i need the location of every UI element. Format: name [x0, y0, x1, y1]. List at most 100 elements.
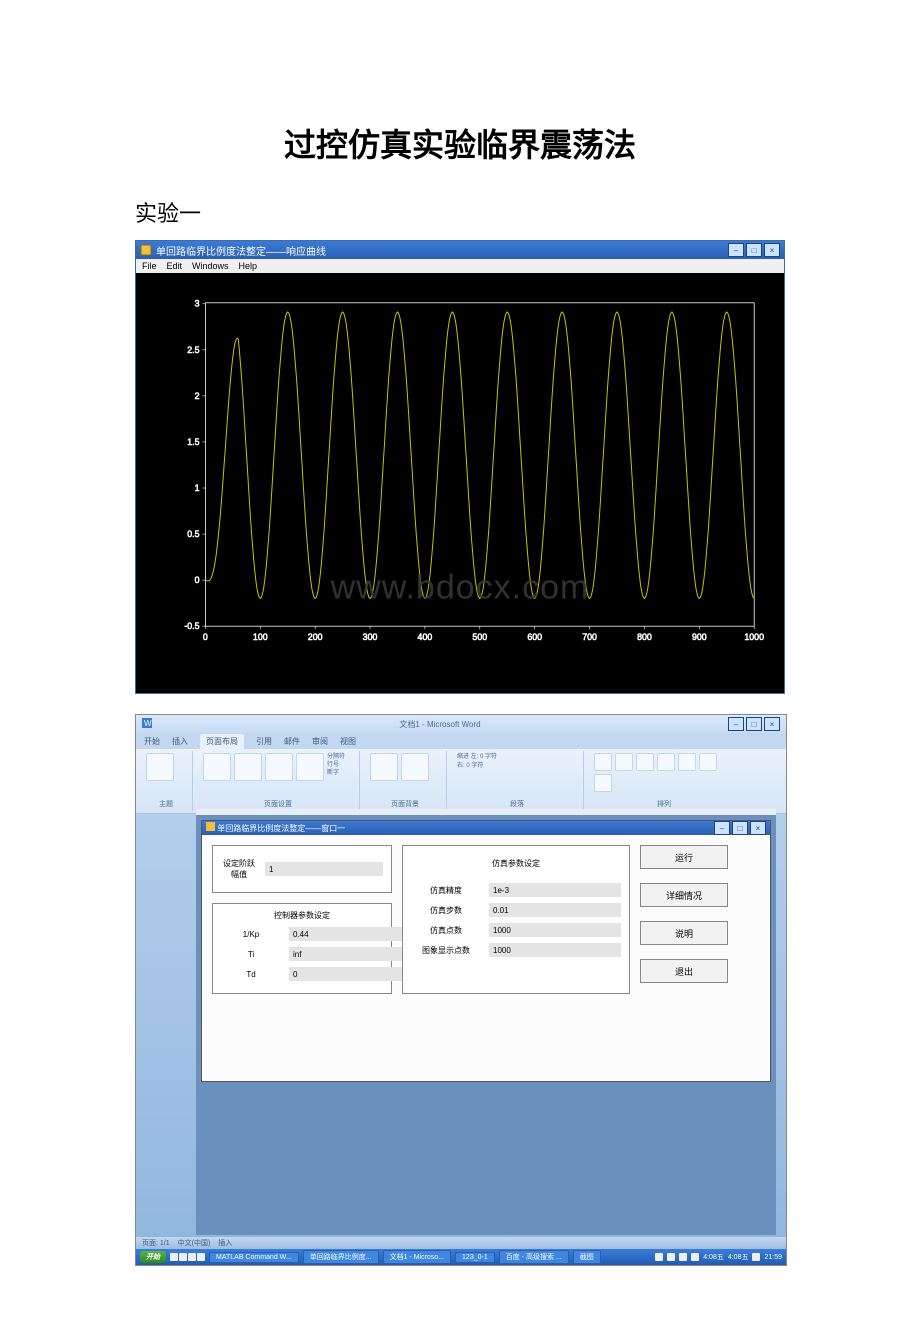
svg-text:1.5: 1.5: [187, 437, 199, 447]
themes-icon[interactable]: [146, 753, 174, 781]
indent-left[interactable]: 缩进 左: 0 字符: [457, 753, 577, 762]
gui-close[interactable]: ×: [750, 821, 766, 835]
rotate-icon[interactable]: [594, 774, 612, 792]
task-matlab[interactable]: MATLAB Command W...: [209, 1252, 299, 1263]
tab-layout[interactable]: 页面布局: [200, 734, 244, 749]
tray-icon[interactable]: [679, 1253, 687, 1261]
breaks-label[interactable]: 分隔符: [327, 753, 345, 761]
indent-right[interactable]: 右: 0 字符: [457, 762, 577, 771]
ql-icon[interactable]: [197, 1253, 205, 1261]
menu-file[interactable]: File: [142, 261, 157, 271]
svg-text:800: 800: [637, 632, 652, 642]
svg-text:600: 600: [527, 632, 542, 642]
kp-label: 1/Kp: [221, 930, 281, 939]
task-misc[interactable]: 123_0-1: [455, 1252, 495, 1263]
matlab-titlebar[interactable]: 单回路临界比例度法整定——响应曲线 – □ ×: [136, 241, 784, 259]
svg-text:1: 1: [195, 483, 200, 493]
linenums-label[interactable]: 行号: [327, 761, 345, 769]
gui-titlebar[interactable]: 单回路临界比例度法整定——窗口一 – □ ×: [202, 821, 770, 835]
gui-maximize[interactable]: □: [732, 821, 748, 835]
margins-icon[interactable]: [234, 753, 262, 781]
svg-text:900: 900: [692, 632, 707, 642]
start-button[interactable]: 开始: [140, 1251, 166, 1263]
td-input[interactable]: [289, 967, 407, 981]
back-icon[interactable]: [636, 753, 654, 771]
page-title: 过控仿真实验临界震荡法: [135, 120, 785, 166]
points-input[interactable]: [489, 923, 621, 937]
kp-input[interactable]: [289, 927, 407, 941]
svg-text:2.5: 2.5: [187, 345, 199, 355]
matlab-window: 单回路临界比例度法整定——响应曲线 – □ × File Edit Window…: [135, 240, 785, 694]
position-icon[interactable]: [594, 753, 612, 771]
word-titlebar[interactable]: W 文档1 - Microsoft Word – □ ×: [136, 715, 786, 733]
svg-text:500: 500: [472, 632, 487, 642]
ql-icon[interactable]: [188, 1253, 196, 1261]
group-icon[interactable]: [699, 753, 717, 771]
word-window: W 文档1 - Microsoft Word – □ × 开始 插入 页面布局 …: [135, 714, 787, 1266]
step-size-input[interactable]: [489, 903, 621, 917]
menu-edit[interactable]: Edit: [167, 261, 183, 271]
menu-windows[interactable]: Windows: [192, 261, 229, 271]
columns-icon[interactable]: [296, 753, 324, 781]
front-icon[interactable]: [615, 753, 633, 771]
tab-insert[interactable]: 插入: [172, 736, 188, 747]
ql-icon[interactable]: [170, 1253, 178, 1261]
details-button[interactable]: 详细情况: [640, 883, 728, 907]
display-points-input[interactable]: [489, 943, 621, 957]
step-size-label: 仿真步数: [411, 905, 481, 916]
tray-icon[interactable]: [655, 1253, 663, 1261]
plot-area: -0.5 0 0.5 1 1.5 2 2.5 3 0 100 200: [136, 273, 784, 693]
ql-icon[interactable]: [179, 1253, 187, 1261]
run-button[interactable]: 运行: [640, 845, 728, 869]
maximize-button[interactable]: □: [746, 243, 762, 257]
align-icon[interactable]: [678, 753, 696, 771]
tray-icon[interactable]: [667, 1253, 675, 1261]
svg-text:0: 0: [203, 632, 208, 642]
orientation-icon[interactable]: [203, 753, 231, 781]
task-gui[interactable]: 单回路临界比例度...: [303, 1250, 379, 1264]
tray-time3: 21:59: [764, 1254, 782, 1261]
task-screenshot[interactable]: 截图: [573, 1250, 601, 1264]
group-pagesetup: 页面设置: [203, 799, 353, 809]
precision-input[interactable]: [489, 883, 621, 897]
ti-input[interactable]: [289, 947, 407, 961]
task-word[interactable]: 文档1 - Microso...: [383, 1250, 451, 1264]
tab-view[interactable]: 视图: [340, 736, 356, 747]
task-browser[interactable]: 百度 - 高级搜索 ...: [499, 1250, 569, 1264]
precision-label: 仿真精度: [411, 885, 481, 896]
step-label: 设定阶跃幅值: [221, 858, 257, 880]
points-label: 仿真点数: [411, 925, 481, 936]
group-arrange: 排列: [594, 799, 734, 809]
exit-button[interactable]: 退出: [640, 959, 728, 983]
hyphen-label[interactable]: 断字: [327, 769, 345, 777]
minimize-button[interactable]: –: [728, 243, 744, 257]
tray-icon[interactable]: [691, 1253, 699, 1261]
step-input[interactable]: [265, 862, 383, 876]
svg-text:300: 300: [363, 632, 378, 642]
pagecolor-icon[interactable]: [401, 753, 429, 781]
gui-title: 单回路临界比例度法整定——窗口一: [217, 824, 345, 833]
word-close[interactable]: ×: [764, 717, 780, 731]
ti-label: Ti: [221, 950, 281, 959]
help-button[interactable]: 说明: [640, 921, 728, 945]
watermark-icon[interactable]: [370, 753, 398, 781]
status-page: 页面: 1/1: [142, 1238, 170, 1248]
word-maximize[interactable]: □: [746, 717, 762, 731]
size-icon[interactable]: [265, 753, 293, 781]
wrap-icon[interactable]: [657, 753, 675, 771]
gui-minimize[interactable]: –: [714, 821, 730, 835]
panel-sim: 仿真参数设定 仿真精度 仿真步数 仿真点数: [402, 845, 630, 994]
tab-mail[interactable]: 邮件: [284, 736, 300, 747]
menu-help[interactable]: Help: [239, 261, 258, 271]
tab-home[interactable]: 开始: [144, 736, 160, 747]
app-icon: [140, 244, 152, 256]
tray-icon[interactable]: [752, 1253, 760, 1261]
close-button[interactable]: ×: [764, 243, 780, 257]
tab-ref[interactable]: 引用: [256, 736, 272, 747]
tab-review[interactable]: 审阅: [312, 736, 328, 747]
word-minimize[interactable]: –: [728, 717, 744, 731]
matlab-menubar: File Edit Windows Help: [136, 259, 784, 273]
group-para: 段落: [457, 799, 577, 809]
gui-icon: [206, 822, 215, 831]
svg-text:W: W: [144, 719, 152, 728]
